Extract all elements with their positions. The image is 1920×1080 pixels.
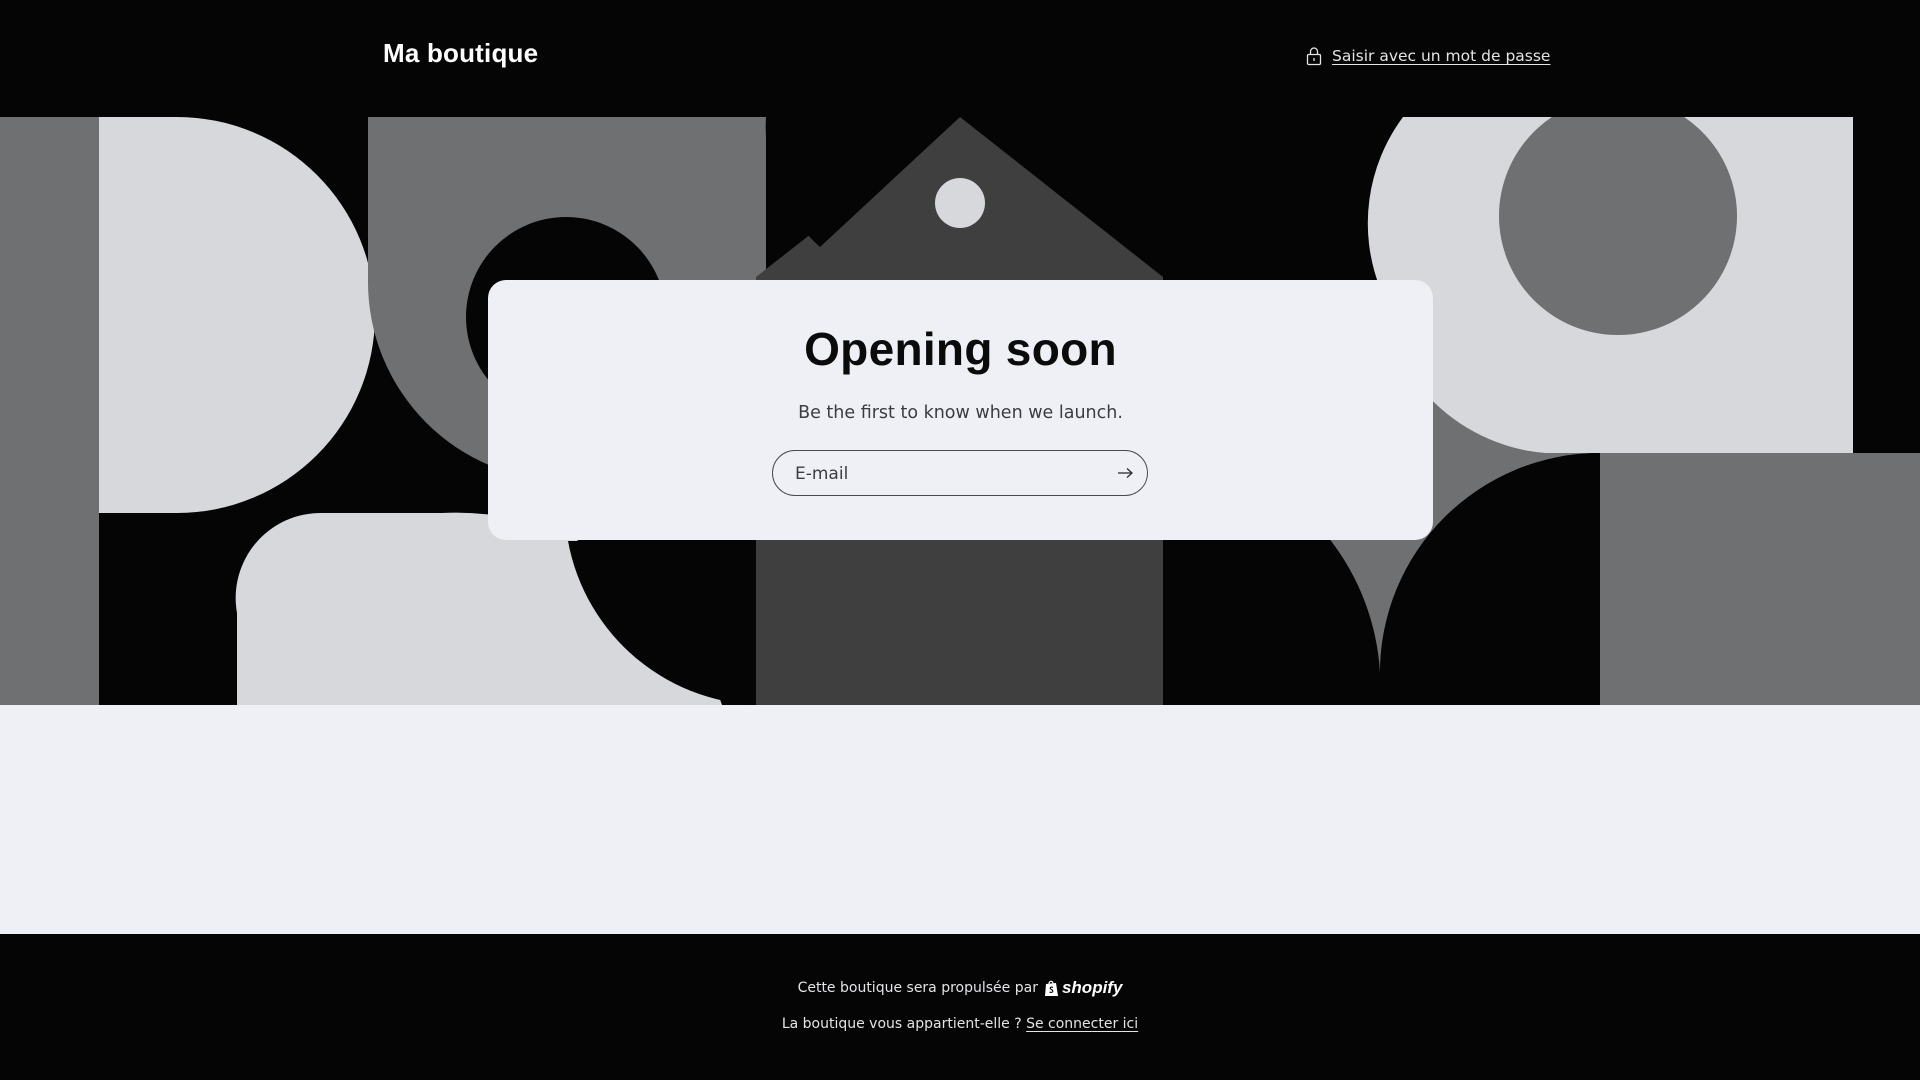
shopify-logo[interactable]: shopify <box>1044 978 1122 998</box>
shopify-wordmark: shopify <box>1061 978 1123 997</box>
shopify-bag-icon <box>1044 980 1058 996</box>
footer: Cette boutique sera propulsée par shopif… <box>0 934 1920 1080</box>
owner-question: La boutique vous appartient-elle ? <box>781 1016 1022 1032</box>
lock-icon <box>1306 47 1322 66</box>
email-form <box>772 450 1148 497</box>
subscribe-button[interactable] <box>1113 461 1137 485</box>
powered-by: Cette boutique sera propulsée par shopif… <box>0 978 1920 998</box>
powered-by-text: Cette boutique sera propulsée par <box>797 980 1038 996</box>
email-input[interactable] <box>793 451 1097 497</box>
newsletter-card: Opening soon Be the first to know when w… <box>488 280 1433 540</box>
password-page: Ma boutique Saisir avec un mot de passe <box>0 0 1920 1080</box>
header: Ma boutique Saisir avec un mot de passe <box>0 0 1920 117</box>
admin-login-link[interactable]: Se connecter ici <box>1026 1016 1138 1032</box>
arrow-right-icon <box>1118 468 1133 478</box>
owner-login-line: La boutique vous appartient-elle ? Se co… <box>0 1016 1920 1032</box>
enter-password-link[interactable]: Saisir avec un mot de passe <box>1306 44 1550 68</box>
store-name[interactable]: Ma boutique <box>383 38 538 69</box>
page-subtitle: Be the first to know when we launch. <box>798 403 1123 423</box>
enter-password-label[interactable]: Saisir avec un mot de passe <box>1332 47 1550 65</box>
content-spacer <box>0 705 1920 934</box>
page-title: Opening soon <box>804 323 1117 375</box>
